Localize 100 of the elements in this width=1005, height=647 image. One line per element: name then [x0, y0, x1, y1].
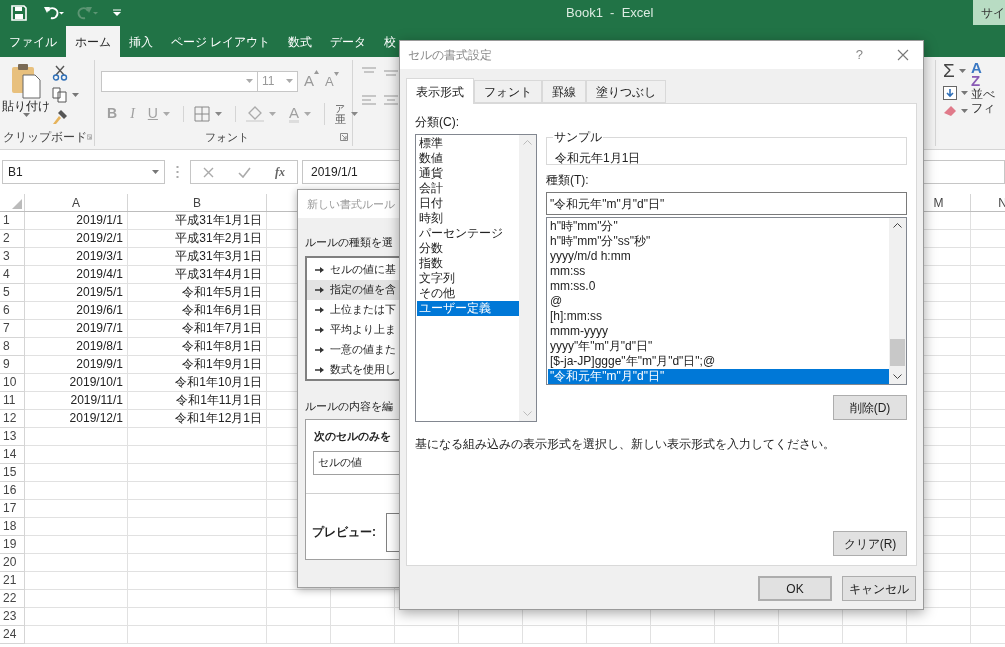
list-item[interactable]: セルの値に基: [307, 259, 402, 280]
row-header[interactable]: 3: [0, 248, 25, 266]
ribbon-tab[interactable]: 挿入: [120, 26, 162, 57]
row-header[interactable]: 12: [0, 410, 25, 428]
row-header[interactable]: 14: [0, 446, 25, 464]
list-item[interactable]: 上位または下: [307, 299, 402, 320]
list-item[interactable]: 平均より上ま: [307, 319, 402, 340]
column-header[interactable]: N: [971, 194, 1005, 211]
caret-icon[interactable]: [958, 69, 966, 73]
row-header[interactable]: 18: [0, 518, 25, 536]
undo-icon[interactable]: [43, 5, 65, 20]
row-header[interactable]: 1: [0, 212, 25, 230]
row-header[interactable]: 20: [0, 554, 25, 572]
delete-button[interactable]: 削除(D): [833, 395, 907, 420]
list-item[interactable]: mmm-yyyy: [548, 324, 889, 339]
help-button[interactable]: ?: [855, 45, 863, 65]
ok-button[interactable]: OK: [758, 576, 832, 601]
list-item[interactable]: [h]:mm:ss: [548, 309, 889, 324]
phonetic-button[interactable]: ア 亜: [334, 102, 346, 125]
list-item[interactable]: mm:ss: [548, 264, 889, 279]
caret-icon[interactable]: [303, 111, 311, 116]
dialog-tab[interactable]: フォント: [474, 80, 542, 103]
caret-icon[interactable]: [162, 111, 170, 116]
list-item[interactable]: ユーザー定義: [417, 301, 519, 316]
list-item[interactable]: yyyy"年"m"月"d"日": [548, 339, 889, 354]
clear-button[interactable]: クリア(R): [833, 531, 907, 556]
close-icon[interactable]: [897, 49, 909, 61]
row-header[interactable]: 15: [0, 464, 25, 482]
list-item[interactable]: yyyy/m/d h:mm: [548, 249, 889, 264]
launcher-icon[interactable]: [340, 133, 348, 141]
caret-icon[interactable]: [268, 111, 276, 116]
caret-icon[interactable]: [22, 113, 30, 117]
redo-icon[interactable]: [77, 5, 99, 20]
font-name-field[interactable]: [101, 70, 258, 92]
name-box[interactable]: B1: [2, 160, 165, 184]
row-header[interactable]: 21: [0, 572, 25, 590]
paste-button[interactable]: 貼り付け: [0, 63, 52, 128]
scroll-thumb[interactable]: [890, 339, 905, 366]
eraser-icon[interactable]: [943, 105, 957, 117]
format-painter-icon[interactable]: [52, 109, 68, 125]
list-item[interactable]: 通貨: [417, 166, 519, 181]
save-icon[interactable]: [11, 4, 27, 21]
list-item[interactable]: 指数: [417, 256, 519, 271]
row-header[interactable]: 16: [0, 482, 25, 500]
fill-color-icon[interactable]: [245, 105, 264, 122]
scissors-icon[interactable]: [52, 65, 68, 81]
ribbon-tab[interactable]: 数式: [279, 26, 322, 57]
list-item[interactable]: 指定の値を含: [307, 279, 402, 300]
list-item[interactable]: 数値: [417, 151, 519, 166]
list-item[interactable]: 標準: [417, 136, 519, 151]
list-item[interactable]: h"時"mm"分": [548, 219, 889, 234]
row-header[interactable]: 19: [0, 536, 25, 554]
column-header[interactable]: B: [128, 194, 267, 211]
ribbon-tab[interactable]: ページ レイアウト: [162, 26, 280, 57]
row-header[interactable]: 22: [0, 590, 25, 608]
account-button[interactable]: サイ: [973, 0, 1005, 25]
list-item[interactable]: 文字列: [417, 271, 519, 286]
scroll-up-icon[interactable]: [893, 223, 902, 228]
fill-down-icon[interactable]: [943, 86, 957, 100]
list-item[interactable]: 会計: [417, 181, 519, 196]
row-header[interactable]: 10: [0, 374, 25, 392]
row-header[interactable]: 23: [0, 608, 25, 626]
autosum-button[interactable]: Σ: [943, 61, 955, 81]
list-item[interactable]: 日付: [417, 196, 519, 211]
list-item[interactable]: mm:ss.0: [548, 279, 889, 294]
list-item[interactable]: 時刻: [417, 211, 519, 226]
caret-icon[interactable]: [350, 111, 358, 116]
list-item[interactable]: 分数: [417, 241, 519, 256]
dialog-tab[interactable]: 表示形式: [406, 78, 474, 104]
row-header[interactable]: 13: [0, 428, 25, 446]
caret-icon[interactable]: [72, 93, 79, 97]
list-item[interactable]: 一意の値また: [307, 339, 402, 360]
row-header[interactable]: 17: [0, 500, 25, 518]
input-field[interactable]: "令和元年"m"月"d"日": [546, 192, 907, 215]
cancel-icon[interactable]: [203, 166, 214, 178]
list-item[interactable]: [$-ja-JP]ggge"年"m"月"d"日";@: [548, 354, 889, 369]
category-list[interactable]: 標準 数値 通貨 会計 日付 時刻 パーセンテージ 分数 指数 文字列 その他 ユーザー定義: [415, 134, 537, 422]
caret-icon[interactable]: [961, 109, 968, 113]
row-header[interactable]: 9: [0, 356, 25, 374]
scroll-down-icon[interactable]: [893, 374, 902, 379]
row-header[interactable]: 11: [0, 392, 25, 410]
copy-icon[interactable]: [52, 87, 68, 103]
align-left-icon[interactable]: [361, 95, 377, 107]
dialog-tab[interactable]: 塗りつぶし: [586, 80, 666, 103]
caret-icon[interactable]: [246, 79, 253, 84]
row-header[interactable]: 7: [0, 320, 25, 338]
dialog-tab[interactable]: 罫線: [542, 80, 586, 103]
customize-icon[interactable]: [113, 8, 121, 17]
list-item[interactable]: 数式を使用し: [307, 359, 402, 380]
row-header[interactable]: 6: [0, 302, 25, 320]
list-item[interactable]: h"時"mm"分"ss"秒": [548, 234, 889, 249]
ribbon-tab[interactable]: ファイル: [0, 26, 66, 57]
format-list[interactable]: h"時"mm"分" h"時"mm"分"ss"秒" yyyy/m/d h:mm mm:ss mm:ss.0 @ [h]:mm:ss mmm-yyyy yyyy"年"m"月"d"日" [$-ja-JP]ggge"年"m"月"d"日";@ "令和元年"m"月"d"日": [546, 217, 907, 385]
ribbon-tab[interactable]: データ: [321, 26, 376, 57]
row-header[interactable]: 8: [0, 338, 25, 356]
row-header[interactable]: 5: [0, 284, 25, 302]
ribbon-tab[interactable]: ホーム: [66, 26, 120, 57]
list-item[interactable]: @: [548, 294, 889, 309]
row-header[interactable]: 24: [0, 626, 25, 644]
enter-icon[interactable]: [238, 166, 251, 178]
